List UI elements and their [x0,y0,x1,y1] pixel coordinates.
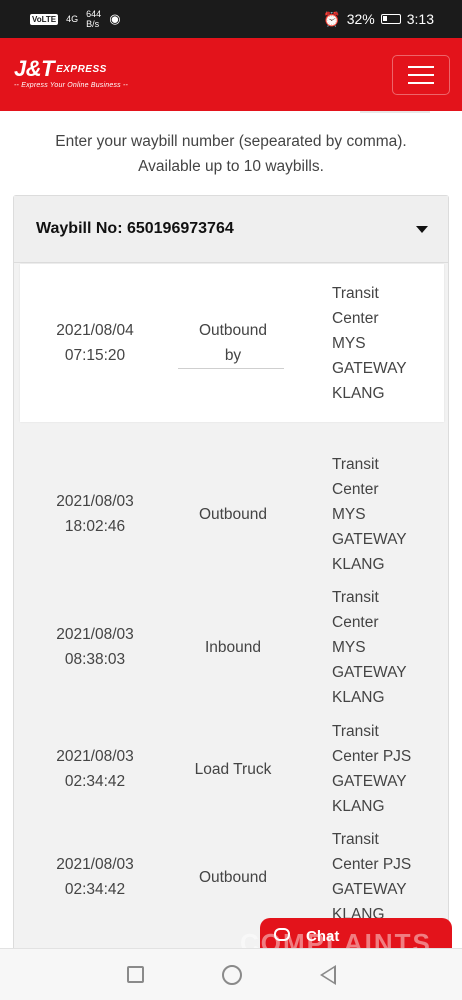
event-status: Load Truck [170,757,296,782]
eye-icon: ◉ [109,11,121,26]
back-icon[interactable] [319,964,336,985]
volte-icon: VoLTE [30,13,59,25]
main-content: Enter your waybill number (sepearated by… [0,111,462,948]
event-status-line-1: Load Truck [194,760,272,778]
event-status-line-1: Outbound [198,505,268,523]
instructions: Enter your waybill number (sepearated by… [0,129,462,179]
tracking-row: 2021/08/04 07:15:20 Outbound by Transit … [20,264,444,422]
location-line: GATEWAY [332,881,407,898]
instructions-line-2: Available up to 10 waybills. [138,158,324,175]
instructions-line-1: Enter your waybill number (sepearated by… [55,133,407,150]
tracking-row: 2021/08/03 02:34:42 Outbound Transit Cen… [20,827,444,927]
location-line: Transit [332,723,379,740]
location-line: Center [332,309,379,327]
event-status: Outbound [170,502,296,527]
tracking-row: 2021/08/03 02:34:42 Load Truck Transit C… [20,719,444,819]
event-date: 2021/08/03 [56,856,134,873]
location-line: Transit [332,588,379,606]
location-line: GATEWAY [332,359,407,377]
location-line: Transit [332,455,379,473]
battery-icon [380,14,401,24]
event-date: 2021/08/03 [56,493,134,510]
recents-icon[interactable] [126,966,144,983]
home-icon[interactable] [221,964,242,985]
event-status: Outbound [170,865,296,890]
logo-brand: J&T [14,56,55,81]
tracking-row: 2021/08/03 18:02:46 Outbound Transit Cen… [20,452,444,576]
network-speed-value: 644 [86,9,102,19]
status-left: VoLTE 4G 644 B/s ◉ [30,9,121,29]
event-status: Outbound by [170,318,296,368]
event-location: Transit Center PJS GATEWAY KLANG [296,719,444,819]
location-line: Center PJS [332,856,412,873]
location-line: MYS [332,505,366,523]
waybill-card: Waybill No: 650196973764 2021/08/04 07:1… [13,195,449,948]
divider [178,368,284,369]
waybill-accordion-header[interactable]: Waybill No: 650196973764 [14,196,448,263]
event-time: 07:15:20 [64,347,126,364]
location-line: Transit [332,831,379,848]
menu-bar-icon [408,74,434,76]
event-time: 02:34:42 [64,773,126,790]
event-status-line-1: Inbound [204,638,262,656]
clock: 3:13 [406,11,434,27]
event-datetime: 2021/08/03 18:02:46 [20,489,170,539]
menu-bar-icon [408,82,434,84]
location-line: KLANG [332,688,385,706]
logo-brand-sub: EXPRESS [56,64,107,75]
divider [360,111,430,113]
location-line: GATEWAY [332,663,407,681]
event-datetime: 2021/08/03 08:38:03 [20,622,170,672]
caret-down-icon[interactable] [416,226,428,233]
battery-percent: 32% [346,11,375,27]
location-line: GATEWAY [332,530,407,548]
logo-wordmark: J&T EXPRESS [14,56,128,82]
hamburger-menu-button[interactable] [392,55,450,95]
event-datetime: 2021/08/04 07:15:20 [20,318,170,368]
jt-express-logo[interactable]: J&T EXPRESS -- Express Your Online Busine… [14,56,128,89]
site-header: J&T EXPRESS -- Express Your Online Busine… [0,38,462,111]
event-time: 18:02:46 [64,518,126,535]
event-status-line-1: Outbound [198,868,268,886]
menu-bar-icon [408,66,434,68]
logo-tagline: -- Express Your Online Business -- [14,82,129,89]
location-line: KLANG [332,384,385,402]
event-date: 2021/08/03 [56,748,134,765]
signal-icon: 4G [66,13,79,24]
event-time: 08:38:03 [64,651,126,668]
tracking-row: 2021/08/03 08:38:03 Inbound Transit Cent… [20,585,444,709]
status-right: ⏰ 32% 3:13 [323,11,434,28]
event-datetime: 2021/08/03 02:34:42 [20,852,170,902]
location-line: Transit [332,284,379,302]
event-time: 02:34:42 [64,881,126,898]
waybill-number: Waybill No: 650196973764 [36,220,234,237]
event-location: Transit Center MYS GATEWAY KLANG [296,281,444,406]
event-location: Transit Center MYS GATEWAY KLANG [296,452,444,577]
network-speed-unit: B/s [86,19,100,29]
event-date: 2021/08/03 [56,626,134,643]
event-location: Transit Center MYS GATEWAY KLANG [296,585,444,710]
location-line: Center [332,480,379,498]
location-line: MYS [332,638,366,656]
location-line: MYS [332,334,366,352]
system-nav-bar [0,948,462,1000]
event-datetime: 2021/08/03 02:34:42 [20,744,170,794]
alarm-icon: ⏰ [323,10,341,27]
event-date: 2021/08/04 [56,322,134,339]
location-line: Center [332,613,379,631]
event-location: Transit Center PJS GATEWAY KLANG [296,827,444,927]
location-line: KLANG [332,555,385,573]
event-status-line-2: by [224,347,242,364]
location-line: Center PJS [332,748,412,765]
event-status: Inbound [170,635,296,660]
location-line: GATEWAY [332,773,407,790]
status-bar: VoLTE 4G 644 B/s ◉ ⏰ 32% 3:13 [0,0,462,38]
event-status-line-1: Outbound [198,322,268,339]
network-speed: 644 B/s [86,9,101,29]
location-line: KLANG [332,798,385,815]
